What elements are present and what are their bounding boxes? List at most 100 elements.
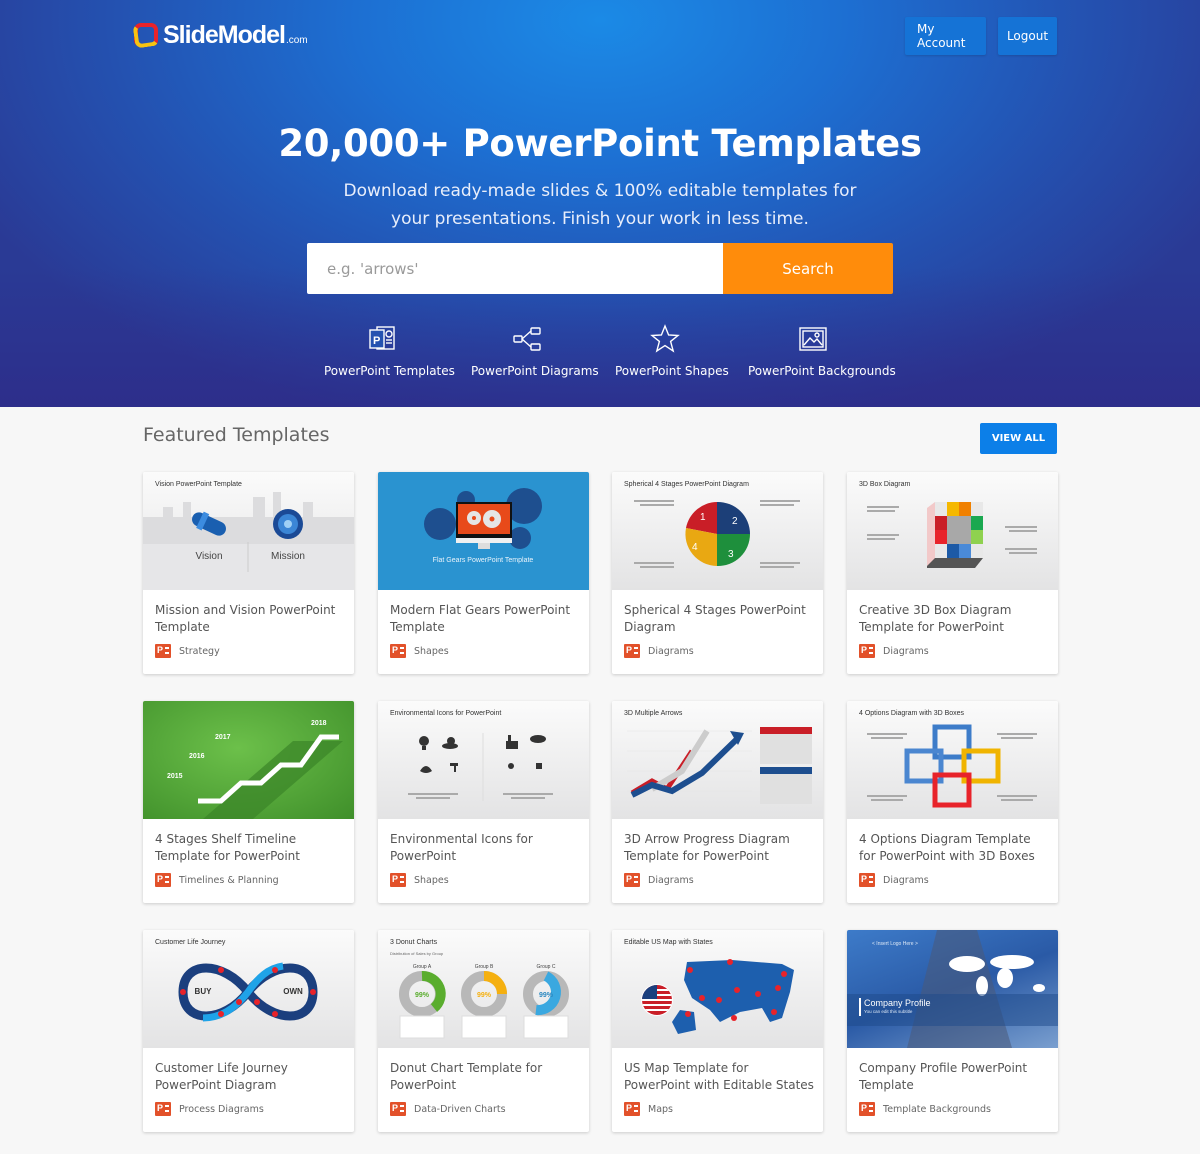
template-card[interactable]: Environmental Icons for PowerPoint Envir… (378, 701, 589, 903)
card-title[interactable]: Customer Life Journey PowerPoint Diagram (155, 1060, 345, 1094)
card-category: Diagrams (859, 873, 929, 887)
us-map-illustration (641, 959, 794, 1034)
category-name[interactable]: Diagrams (883, 875, 929, 886)
category-name[interactable]: Template Backgrounds (883, 1104, 991, 1115)
category-name[interactable]: Process Diagrams (179, 1104, 264, 1115)
template-card[interactable]: < Insert Logo Here > Company Profile You… (847, 930, 1058, 1132)
featured-section: Featured Templates VIEW ALL Vision Power… (0, 407, 1200, 1154)
view-all-button[interactable]: VIEW ALL (980, 423, 1057, 454)
star-icon (615, 324, 715, 354)
category-label: PowerPoint Diagrams (471, 364, 599, 378)
template-card[interactable]: Customer Life Journey BUY OWN Customer L… (143, 930, 354, 1132)
company-profile-title: Company Profile (864, 998, 931, 1008)
category-powerpoint-templates[interactable]: P PowerPoint Templates (324, 324, 455, 378)
template-card[interactable]: 4 Options Diagram with 3D Boxes 4 Option… (847, 701, 1058, 903)
card-title[interactable]: Creative 3D Box Diagram Template for Pow… (859, 602, 1049, 636)
category-powerpoint-backgrounds[interactable]: PowerPoint Backgrounds (748, 324, 896, 378)
category-name[interactable]: Diagrams (648, 646, 694, 657)
3d-arrows-illustration (627, 727, 812, 804)
hero-subtitle: Download ready-made slides & 100% editab… (300, 177, 900, 233)
search-input[interactable] (307, 243, 723, 294)
card-category: Diagrams (859, 644, 929, 658)
company-profile-illustration: < Insert Logo Here > Company Profile You… (847, 930, 1058, 1048)
stage-number: 1 (700, 512, 706, 523)
card-category: Diagrams (624, 873, 694, 887)
card-category: Diagrams (624, 644, 694, 658)
template-card[interactable]: 3 Donut Charts Distribution of Sales by … (378, 930, 589, 1132)
template-thumbnail: Spherical 4 Stages PowerPoint Diagram 1 … (612, 472, 823, 590)
template-card[interactable]: Flat Gears PowerPoint Template Modern Fl… (378, 472, 589, 674)
category-powerpoint-diagrams[interactable]: PowerPoint Diagrams (471, 324, 599, 378)
template-card[interactable]: 3D Multiple Arrows 3D Arrow Progress Dia… (612, 701, 823, 903)
spherical-diagram-illustration: 1 2 3 4 (634, 500, 800, 568)
category-name[interactable]: Shapes (414, 875, 449, 886)
template-thumbnail: 4 Options Diagram with 3D Boxes (847, 701, 1058, 819)
search-button[interactable]: Search (723, 243, 893, 294)
card-category: Shapes (390, 644, 449, 658)
powerpoint-icon (155, 1102, 171, 1116)
mission-label: Mission (271, 551, 305, 562)
template-thumbnail: Vision PowerPoint Template Vision Missio… (143, 472, 354, 590)
card-category: Template Backgrounds (859, 1102, 991, 1116)
environmental-icons-illustration (408, 733, 553, 801)
template-thumbnail: 3D Box Diagram (847, 472, 1058, 590)
donut-value: 99% (415, 992, 430, 999)
card-title[interactable]: US Map Template for PowerPoint with Edit… (624, 1060, 814, 1094)
donut-value: 99% (477, 992, 492, 999)
logo-suffix: .com (285, 35, 308, 46)
card-category: Strategy (155, 644, 220, 658)
hero-subtitle-line-2: your presentations. Finish your work in … (391, 209, 809, 229)
customer-journey-illustration: BUY OWN (178, 962, 318, 1022)
hero-banner: SlideModel .com My Account Logout 20,000… (0, 0, 1200, 407)
template-thumbnail: 2015 2016 2017 2018 (143, 701, 354, 819)
image-icon (748, 324, 878, 354)
powerpoint-icon (155, 873, 171, 887)
category-label: PowerPoint Backgrounds (748, 364, 896, 378)
category-name[interactable]: Diagrams (883, 646, 929, 657)
buy-label: BUY (195, 987, 213, 996)
template-card[interactable]: 3D Box Diagram Creative 3D Box Diagram T… (847, 472, 1058, 674)
my-account-button[interactable]: My Account (905, 17, 986, 55)
diagram-nodes-icon (471, 324, 582, 354)
timeline-year: 2017 (215, 734, 231, 741)
card-title[interactable]: Company Profile PowerPoint Template (859, 1060, 1049, 1094)
card-title[interactable]: Mission and Vision PowerPoint Template (155, 602, 345, 636)
category-label: PowerPoint Shapes (615, 364, 729, 378)
card-title[interactable]: Donut Chart Template for PowerPoint (390, 1060, 580, 1094)
donut-group-label: Group C (537, 964, 556, 970)
template-thumbnail: Environmental Icons for PowerPoint (378, 701, 589, 819)
search-form: Search (307, 243, 893, 294)
category-name[interactable]: Timelines & Planning (179, 875, 279, 886)
stage-number: 2 (732, 516, 738, 527)
logout-button[interactable]: Logout (998, 17, 1057, 55)
category-name[interactable]: Diagrams (648, 875, 694, 886)
card-category: Timelines & Planning (155, 873, 279, 887)
thumbnail-caption: Flat Gears PowerPoint Template (433, 557, 534, 564)
card-title[interactable]: 3D Arrow Progress Diagram Template for P… (624, 831, 814, 865)
category-name[interactable]: Shapes (414, 646, 449, 657)
gears-illustration: Flat Gears PowerPoint Template (424, 488, 542, 564)
category-name[interactable]: Strategy (179, 646, 220, 657)
card-title[interactable]: Environmental Icons for PowerPoint (390, 831, 580, 865)
category-name[interactable]: Data-Driven Charts (414, 1104, 506, 1115)
timeline-year: 2018 (311, 720, 327, 727)
card-title[interactable]: Spherical 4 Stages PowerPoint Diagram (624, 602, 814, 636)
donut-charts-illustration: Distribution of Sales by Group Group A G… (390, 951, 569, 1039)
card-title[interactable]: Modern Flat Gears PowerPoint Template (390, 602, 580, 636)
template-card[interactable]: Editable US Map with States US Map Templ… (612, 930, 823, 1132)
template-card[interactable]: 2015 2016 2017 2018 4 Stages Shelf Timel… (143, 701, 354, 903)
logo[interactable]: SlideModel .com (132, 20, 308, 50)
powerpoint-icon (624, 644, 640, 658)
category-name[interactable]: Maps (648, 1104, 673, 1115)
svg-text:P: P (373, 335, 380, 347)
template-card[interactable]: Spherical 4 Stages PowerPoint Diagram 1 … (612, 472, 823, 674)
powerpoint-icon (624, 1102, 640, 1116)
options-boxes-illustration (867, 724, 1037, 808)
card-title[interactable]: 4 Options Diagram Template for PowerPoin… (859, 831, 1049, 865)
card-category: Shapes (390, 873, 449, 887)
donut-group-label: Group B (475, 964, 494, 970)
card-title[interactable]: 4 Stages Shelf Timeline Template for Pow… (155, 831, 345, 865)
template-card[interactable]: Vision PowerPoint Template Vision Missio… (143, 472, 354, 674)
category-powerpoint-shapes[interactable]: PowerPoint Shapes (615, 324, 729, 378)
template-thumbnail: Editable US Map with States (612, 930, 823, 1048)
